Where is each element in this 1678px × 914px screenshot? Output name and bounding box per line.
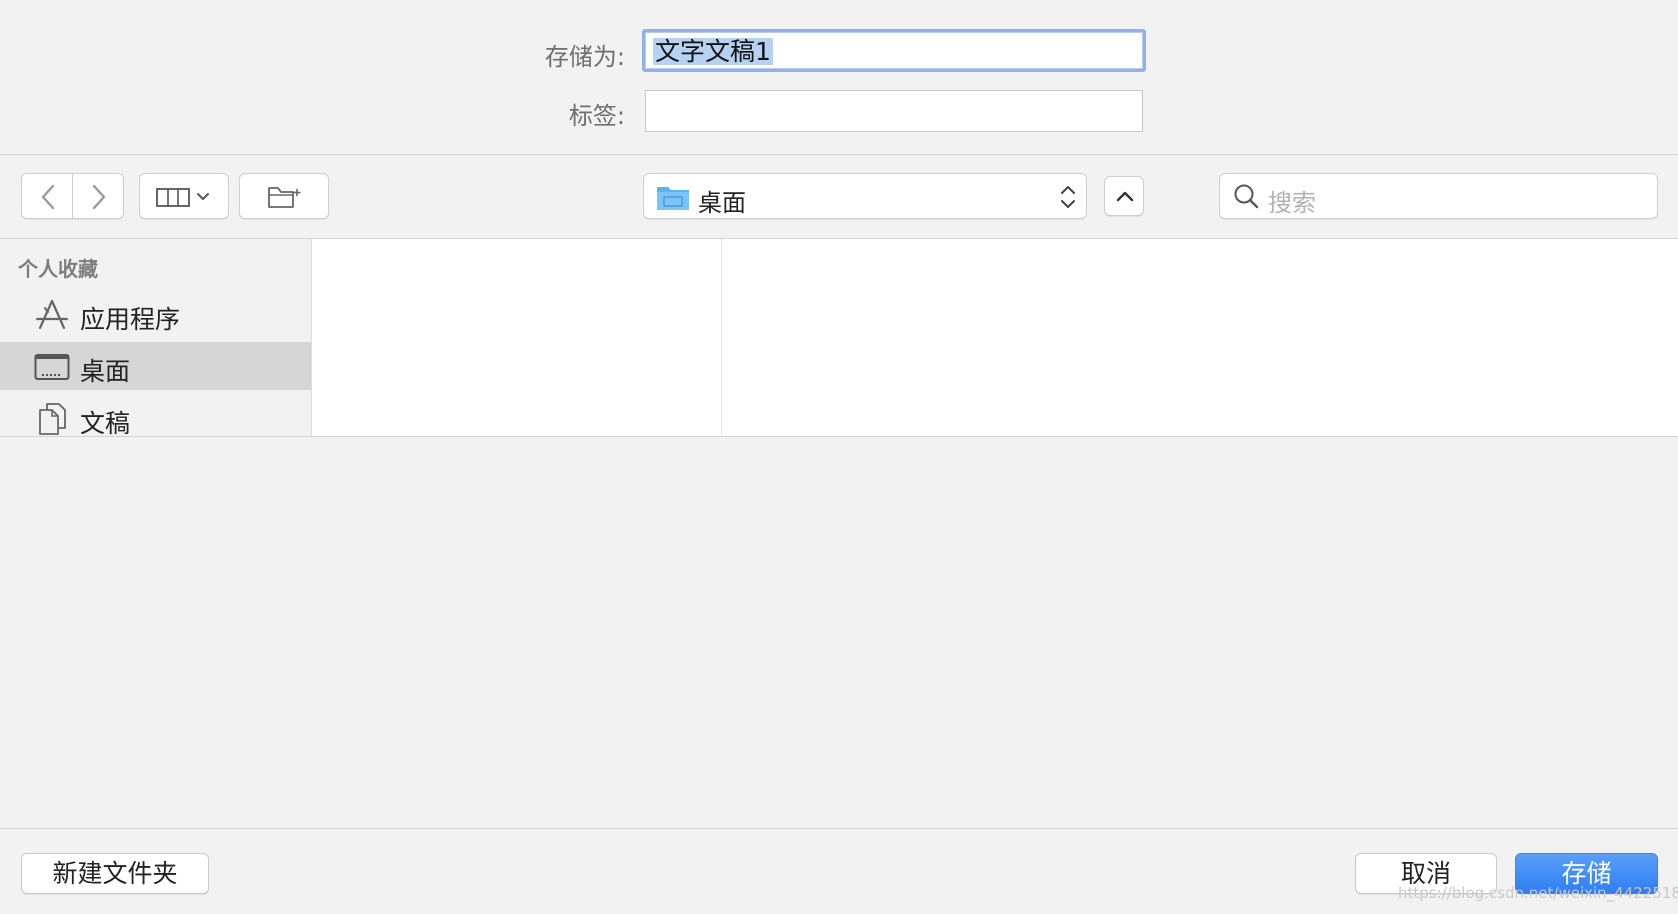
- search-placeholder: 搜索: [1268, 189, 1316, 217]
- sidebar-item-label: 桌面: [80, 357, 131, 386]
- save-as-field[interactable]: 文字文稿1: [642, 29, 1146, 72]
- chevron-left-icon: [41, 184, 55, 210]
- chevron-up-icon: [1116, 191, 1134, 202]
- up-down-chevron-icon: [1061, 186, 1075, 208]
- view-options-button[interactable]: [139, 173, 229, 219]
- search-field[interactable]: 搜索: [1219, 173, 1658, 219]
- new-folder-toolbar-button[interactable]: [239, 173, 329, 219]
- browser-column-1[interactable]: [312, 239, 722, 436]
- documents-icon: [39, 403, 66, 435]
- save-as-value: 文字文稿1: [653, 37, 773, 66]
- location-popup[interactable]: 桌面: [643, 173, 1087, 219]
- new-folder-button[interactable]: 新建文件夹: [21, 853, 209, 894]
- tags-label: 标签:: [568, 102, 625, 130]
- sidebar-item-label: 文稿: [80, 409, 131, 438]
- sidebar: 个人收藏 应用程序 桌面 文稿: [0, 239, 312, 438]
- back-button[interactable]: [21, 173, 73, 219]
- forward-button[interactable]: [73, 173, 124, 219]
- sidebar-section-title: 个人收藏: [18, 257, 98, 281]
- watermark-text: https://blog.csdn.net/weixin_44225182: [1398, 884, 1678, 902]
- sidebar-item-applications[interactable]: 应用程序: [0, 290, 311, 338]
- sidebar-item-desktop[interactable]: 桌面: [0, 342, 311, 390]
- divider: [0, 154, 1678, 155]
- desktop-icon: [34, 354, 70, 380]
- expand-collapse-button[interactable]: [1104, 176, 1144, 216]
- save-as-label: 存储为:: [544, 43, 625, 71]
- folder-icon: [657, 187, 689, 210]
- new-folder-icon: [268, 187, 301, 208]
- applications-icon: [35, 299, 69, 330]
- divider: [0, 436, 1678, 437]
- tags-field[interactable]: [645, 90, 1143, 132]
- column-view-icon: [156, 188, 209, 207]
- sidebar-item-label: 应用程序: [80, 305, 181, 334]
- sidebar-item-documents[interactable]: 文稿: [0, 394, 311, 442]
- divider: [0, 828, 1678, 829]
- search-icon: [1234, 184, 1259, 209]
- browser-column-2[interactable]: [722, 239, 1678, 436]
- chevron-right-icon: [92, 184, 106, 210]
- location-label: 桌面: [698, 189, 746, 217]
